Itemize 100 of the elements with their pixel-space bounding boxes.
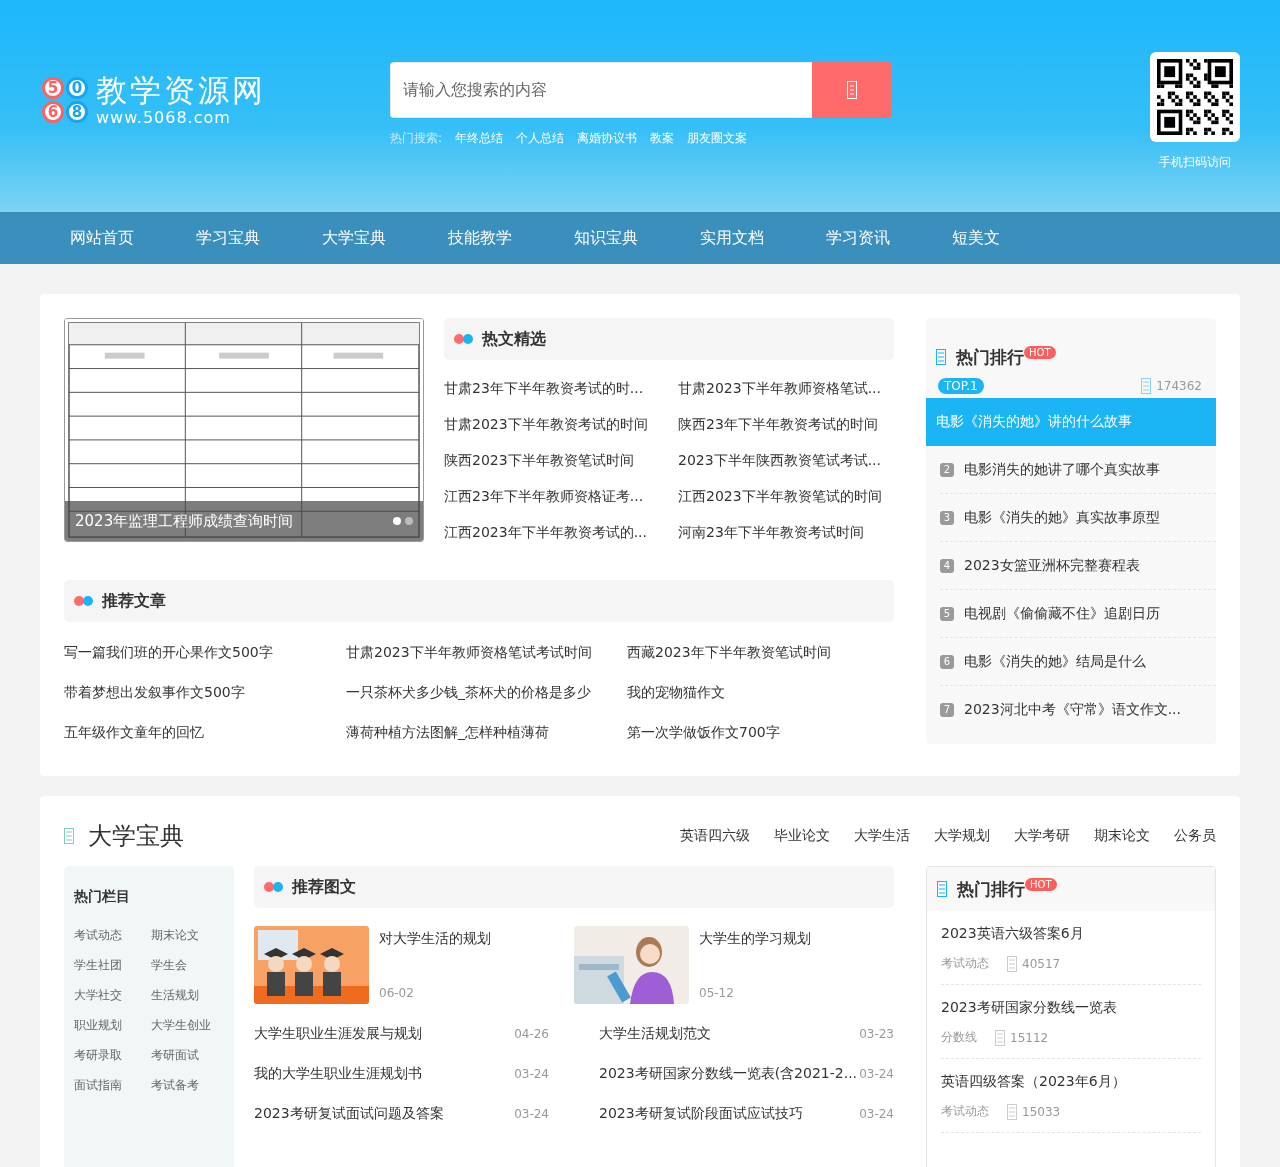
rank-number: 7 <box>940 703 954 717</box>
article-date: 03-23 <box>859 1027 894 1041</box>
article-date: 05-12 <box>699 986 735 1000</box>
article-link[interactable]: 五年级作文童年的回忆 <box>64 712 346 752</box>
rank-number: 3 <box>940 510 954 525</box>
category-link[interactable]: 大学生活 <box>854 827 910 845</box>
category-link[interactable]: 毕业论文 <box>774 827 830 845</box>
article-link[interactable]: 江西2023年下半年教资考试的... <box>444 514 678 550</box>
ranking-title: 热门排行 <box>956 345 1024 369</box>
category-link[interactable]: 大学考研 <box>1014 827 1070 845</box>
nav-link[interactable]: 知识宝典 <box>574 227 700 249</box>
category-link[interactable]: 英语四六级 <box>680 827 750 845</box>
ranking-link[interactable]: 电视剧《偷偷藏不住》追剧日历 <box>964 604 1160 623</box>
section-title: 推荐图文 <box>292 876 356 898</box>
article-link[interactable]: 大学生的学习规划 <box>699 930 811 948</box>
category-label: 考试动态 <box>941 1103 989 1120</box>
article-link[interactable]: 带着梦想出发叙事作文500字 <box>64 672 346 712</box>
view-count: 174362 <box>1156 379 1202 393</box>
article-link[interactable]: 甘肃2023下半年教师资格笔试考试时间 <box>346 632 627 672</box>
sidebar-link[interactable]: 学生会 <box>151 950 231 980</box>
sidebar-link[interactable]: 学生社团 <box>74 950 151 980</box>
document-icon <box>936 349 946 365</box>
sidebar-link[interactable]: 考研面试 <box>151 1040 231 1070</box>
article-link[interactable]: 第一次学做饭作文700字 <box>627 712 894 752</box>
slider-dot[interactable] <box>393 517 401 525</box>
article-link[interactable]: 甘肃2023下半年教师资格笔试... <box>678 370 894 406</box>
category-link[interactable]: 大学规划 <box>934 827 990 845</box>
category-link[interactable]: 期末论文 <box>1094 827 1150 845</box>
logo-url: www.5068.com <box>96 108 232 127</box>
ranking-link[interactable]: 2023考研国家分数线一览表 <box>941 999 1201 1017</box>
qr-code-icon <box>1157 59 1233 135</box>
document-icon <box>1007 955 1017 972</box>
article-link[interactable]: 对大学生活的规划 <box>379 930 491 948</box>
ranking-link[interactable]: 电影《消失的她》结局是什么 <box>964 652 1146 671</box>
search-field[interactable]: 请输入您搜索的内容 <box>390 62 812 118</box>
article-link[interactable]: 西藏2023年下半年教资笔试时间 <box>627 632 894 672</box>
slider-dot[interactable] <box>405 517 413 525</box>
article-link[interactable]: 江西23年下半年教师资格证考... <box>444 478 678 514</box>
article-link[interactable]: 甘肃23年下半年教资考试的时... <box>444 370 678 406</box>
logo-digit: 6 <box>42 100 64 123</box>
nav-link[interactable]: 短美文 <box>952 227 1078 249</box>
nav-link[interactable]: 学习宝典 <box>196 227 322 249</box>
document-icon <box>1141 378 1152 394</box>
sidebar-link[interactable]: 大学生创业 <box>151 1010 231 1040</box>
article-link[interactable]: 2023考研复试阶段面试应试技巧 <box>599 1105 803 1123</box>
article-link[interactable]: 薄荷种植方法图解_怎样种植薄荷 <box>346 712 627 752</box>
sidebar-link[interactable]: 考研录取 <box>74 1040 151 1070</box>
rank-number: 6 <box>940 654 954 669</box>
article-link[interactable]: 大学生活规划范文 <box>599 1025 711 1043</box>
logo-title: 教学资源网 <box>96 72 266 108</box>
article-link[interactable]: 江西2023下半年教资笔试的时间 <box>678 478 894 514</box>
rank-number: 4 <box>940 558 954 573</box>
category-label: 分数线 <box>941 1029 977 1046</box>
sidebar-link[interactable]: 考试备考 <box>151 1070 231 1100</box>
ranking-link[interactable]: 2023河北中考《守常》语文作文... <box>964 701 1181 719</box>
search-icon <box>847 81 857 99</box>
sidebar-link[interactable]: 期末论文 <box>151 920 231 950</box>
ranking-link[interactable]: 英语四级答案（2023年6月） <box>941 1073 1201 1091</box>
article-link[interactable]: 河南23年下半年教资考试时间 <box>678 514 894 550</box>
nav-link[interactable]: 实用文档 <box>700 227 826 249</box>
sidebar-link[interactable]: 考试动态 <box>74 920 151 950</box>
view-count: 40517 <box>1022 956 1061 971</box>
document-icon <box>937 881 947 897</box>
qr-caption: 手机扫码访问 <box>1159 154 1231 171</box>
hot-badge: HOT <box>1024 345 1056 359</box>
nav-link[interactable]: 技能教学 <box>448 227 574 249</box>
sidebar-link[interactable]: 大学社交 <box>74 980 151 1010</box>
nav-link[interactable]: 学习资讯 <box>826 227 952 249</box>
sidebar-title: 热门栏目 <box>74 888 131 906</box>
article-link[interactable]: 我的大学生职业生涯规划书 <box>254 1065 422 1083</box>
sidebar-link[interactable]: 面试指南 <box>74 1070 151 1100</box>
dots-icon <box>264 882 284 892</box>
ranking-link[interactable]: 2023英语六级答案6月 <box>941 925 1201 943</box>
sidebar-link[interactable]: 生活规划 <box>151 980 231 1010</box>
article-link[interactable]: 一只茶杯犬多少钱_茶杯犬的价格是多少 <box>346 672 627 712</box>
view-count: 15033 <box>1022 1104 1061 1119</box>
category-link[interactable]: 公务员 <box>1174 827 1216 845</box>
article-link[interactable]: 陕西2023下半年教资笔试时间 <box>444 442 678 478</box>
article-link[interactable]: 大学生职业生涯发展与规划 <box>254 1025 422 1043</box>
ranking-title: 热门排行 <box>957 877 1025 901</box>
article-link[interactable]: 陕西23年下半年教资考试的时间 <box>678 406 894 442</box>
ranking-link[interactable]: 电影消失的她讲了哪个真实故事 <box>964 460 1160 479</box>
article-link[interactable]: 2023下半年陕西教资笔试考试... <box>678 442 894 478</box>
article-link[interactable]: 甘肃2023下半年教资考试的时间 <box>444 406 678 442</box>
article-link[interactable]: 2023考研国家分数线一览表(含2021-2... <box>599 1065 858 1083</box>
ranking-link[interactable]: 2023女篮亚洲杯完整赛程表 <box>964 556 1140 575</box>
article-date: 03-24 <box>514 1107 549 1121</box>
article-date: 03-24 <box>859 1067 894 1081</box>
logo-digit: 5 <box>42 76 64 99</box>
article-link[interactable]: 写一篇我们班的开心果作文500字 <box>64 632 346 672</box>
nav-link[interactable]: 大学宝典 <box>322 227 448 249</box>
article-link[interactable]: 2023考研复试面试问题及答案 <box>254 1105 444 1123</box>
hot-search-label: 热门搜索: <box>390 130 443 147</box>
article-link[interactable]: 我的宠物猫作文 <box>627 672 894 712</box>
ranking-link[interactable]: 电影《消失的她》真实故事原型 <box>964 508 1160 527</box>
image-slider[interactable]: 2023年监理工程师成绩查询时间 <box>64 318 424 542</box>
document-icon <box>64 828 74 844</box>
nav-link[interactable]: 网站首页 <box>70 227 196 249</box>
sidebar-link[interactable]: 职业规划 <box>74 1010 151 1040</box>
document-icon <box>995 1029 1005 1046</box>
